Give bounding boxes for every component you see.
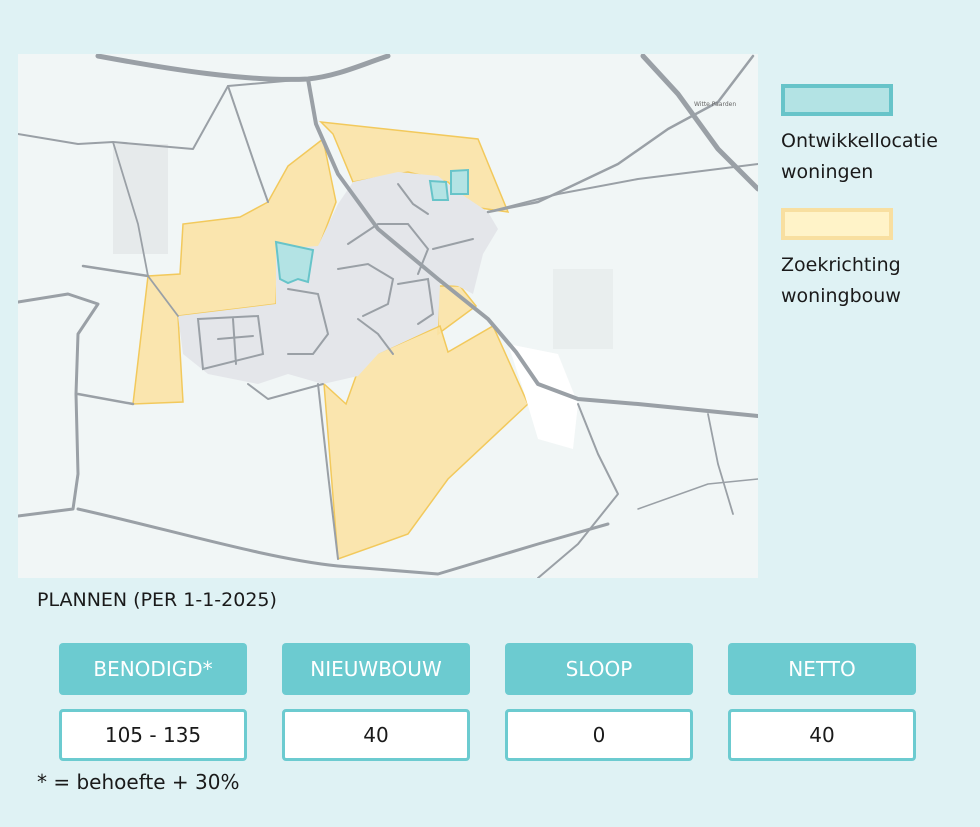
village-map: Witte Paarden [18, 54, 758, 578]
column-header: NIEUWBOUW [282, 643, 470, 695]
column-header: SLOOP [505, 643, 693, 695]
legend-item-search: Zoekrichting woningbouw [781, 208, 976, 312]
development-location-north-2 [450, 168, 469, 195]
map-canvas: Witte Paarden [18, 54, 758, 578]
field-patch [553, 269, 613, 349]
column-header: BENODIGD* [59, 643, 247, 695]
development-location-west [274, 240, 315, 285]
place-label: Witte Paarden [694, 101, 736, 108]
legend-swatch-search [781, 208, 893, 240]
column-netto: NETTO 40 [728, 643, 916, 761]
legend-label-development: Ontwikkellocatie woningen [781, 130, 938, 183]
legend-item-development: Ontwikkellocatie woningen [781, 84, 976, 188]
column-nieuwbouw: NIEUWBOUW 40 [282, 643, 470, 761]
legend-label-search: Zoekrichting woningbouw [781, 254, 901, 307]
plans-title: PLANNEN (PER 1-1-2025) [37, 589, 277, 611]
column-value: 105 - 135 [59, 709, 247, 761]
column-value: 0 [505, 709, 693, 761]
map-legend: Ontwikkellocatie woningen Zoekrichting w… [781, 84, 976, 332]
column-header: NETTO [728, 643, 916, 695]
development-location-north-1 [428, 179, 450, 201]
column-value: 40 [282, 709, 470, 761]
column-sloop: SLOOP 0 [505, 643, 693, 761]
column-value: 40 [728, 709, 916, 761]
legend-swatch-development [781, 84, 893, 116]
column-benodigd: BENODIGD* 105 - 135 [59, 643, 247, 761]
footnote: * = behoefte + 30% [37, 770, 240, 794]
